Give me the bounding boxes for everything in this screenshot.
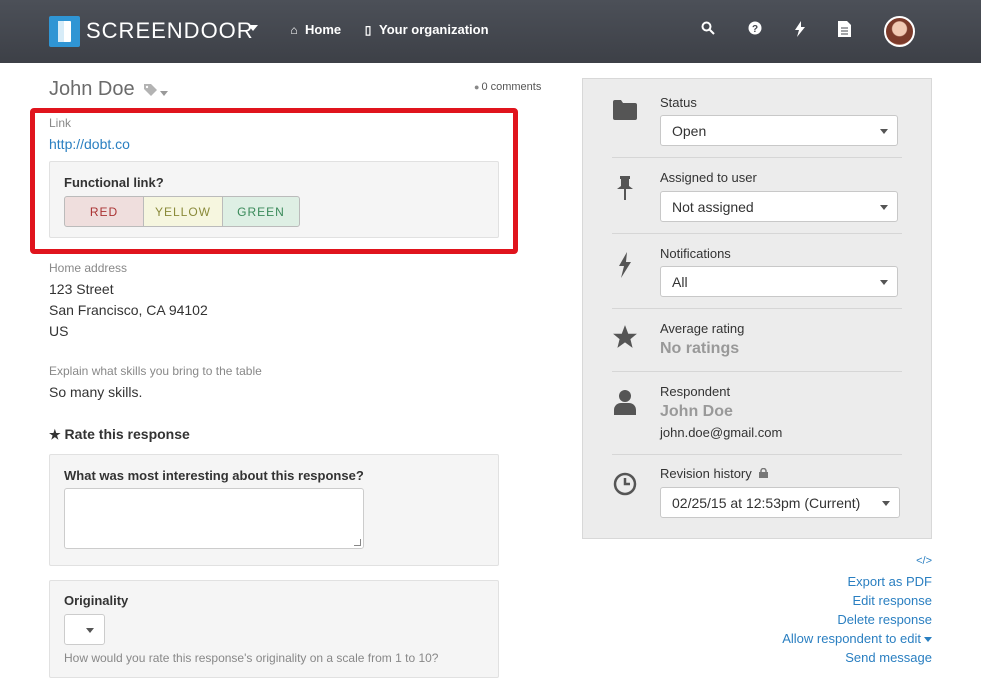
rating-red-button[interactable]: RED xyxy=(64,196,144,227)
link-label: Link xyxy=(49,116,72,130)
help-icon[interactable]: ? xyxy=(746,21,764,41)
lock-icon xyxy=(759,466,769,481)
nav-home-link[interactable]: ⌂ Home xyxy=(287,22,341,37)
divider xyxy=(612,454,902,455)
rating-green-button[interactable]: GREEN xyxy=(222,196,300,227)
skills-value: So many skills. xyxy=(49,384,143,400)
status-label: Status xyxy=(660,95,697,110)
chevron-down-icon[interactable] xyxy=(248,25,258,31)
delete-response-link[interactable]: Delete response xyxy=(837,612,932,627)
top-navbar: SCREENDOOR ⌂ Home ▯ Your organization ? xyxy=(0,0,981,63)
divider xyxy=(612,371,902,372)
divider xyxy=(612,233,902,234)
clock-icon xyxy=(612,472,638,501)
revision-history-label: Revision history xyxy=(660,466,769,481)
originality-title: Originality xyxy=(64,593,129,608)
revision-history-select[interactable]: 02/25/15 at 12:53pm (Current) xyxy=(660,487,900,518)
svg-text:?: ? xyxy=(752,24,758,35)
divider xyxy=(612,308,902,309)
assigned-label: Assigned to user xyxy=(660,170,757,185)
notifications-select[interactable]: All xyxy=(660,266,898,297)
tag-chevron-down-icon[interactable] xyxy=(160,91,168,96)
interesting-question-title: What was most interesting about this res… xyxy=(64,468,364,483)
user-avatar[interactable] xyxy=(884,16,915,47)
skills-label: Explain what skills you bring to the tab… xyxy=(49,364,262,378)
pushpin-icon xyxy=(612,176,638,205)
average-rating-label: Average rating xyxy=(660,321,745,336)
chevron-down-icon xyxy=(924,637,932,643)
building-icon: ▯ xyxy=(364,23,372,37)
notifications-label: Notifications xyxy=(660,246,731,261)
lightning-icon[interactable] xyxy=(791,21,809,41)
tag-icon[interactable] xyxy=(144,84,158,99)
rating-yellow-button[interactable]: YELLOW xyxy=(143,196,223,227)
average-rating-value: No ratings xyxy=(660,340,740,357)
nav-organization-link[interactable]: ▯ Your organization xyxy=(361,22,489,37)
divider xyxy=(612,157,902,158)
respondent-label: Respondent xyxy=(660,384,731,399)
status-select[interactable]: Open xyxy=(660,115,898,146)
rate-response-heading: ★ Rate this response xyxy=(49,426,190,442)
edit-response-link[interactable]: Edit response xyxy=(853,593,933,608)
address-line: US xyxy=(49,323,69,339)
functional-link-title: Functional link? xyxy=(64,175,164,190)
export-pdf-link[interactable]: Export as PDF xyxy=(847,574,932,589)
address-line: 123 Street xyxy=(49,281,114,297)
brand-name[interactable]: SCREENDOOR xyxy=(86,18,254,44)
user-icon xyxy=(612,389,638,420)
embed-code-link[interactable]: </> xyxy=(916,555,932,567)
screendoor-logo-icon[interactable] xyxy=(49,16,80,47)
star-icon xyxy=(612,324,638,355)
comment-icon: ● xyxy=(474,82,480,92)
respondent-name-heading: John Doe xyxy=(49,78,135,100)
interesting-answer-textarea[interactable] xyxy=(64,488,364,549)
send-message-link[interactable]: Send message xyxy=(845,650,932,665)
respondent-name: John Doe xyxy=(660,403,733,420)
folder-icon xyxy=(612,100,638,125)
assigned-user-select[interactable]: Not assigned xyxy=(660,191,898,222)
comments-link[interactable]: ● 0 comments xyxy=(474,81,541,93)
address-line: San Francisco, CA 94102 xyxy=(49,302,208,318)
link-value[interactable]: http://dobt.co xyxy=(49,136,130,152)
allow-respondent-edit-link[interactable]: Allow respondent to edit xyxy=(782,631,932,646)
star-icon: ★ xyxy=(49,427,61,442)
originality-help-text: How would you rate this response's origi… xyxy=(64,651,439,665)
lightning-icon xyxy=(612,252,638,283)
search-icon[interactable] xyxy=(699,21,717,41)
document-icon[interactable] xyxy=(835,21,853,41)
address-label: Home address xyxy=(49,261,128,275)
originality-select[interactable] xyxy=(64,614,105,645)
home-icon: ⌂ xyxy=(290,23,298,37)
respondent-email-link[interactable]: john.doe@gmail.com xyxy=(660,425,782,440)
